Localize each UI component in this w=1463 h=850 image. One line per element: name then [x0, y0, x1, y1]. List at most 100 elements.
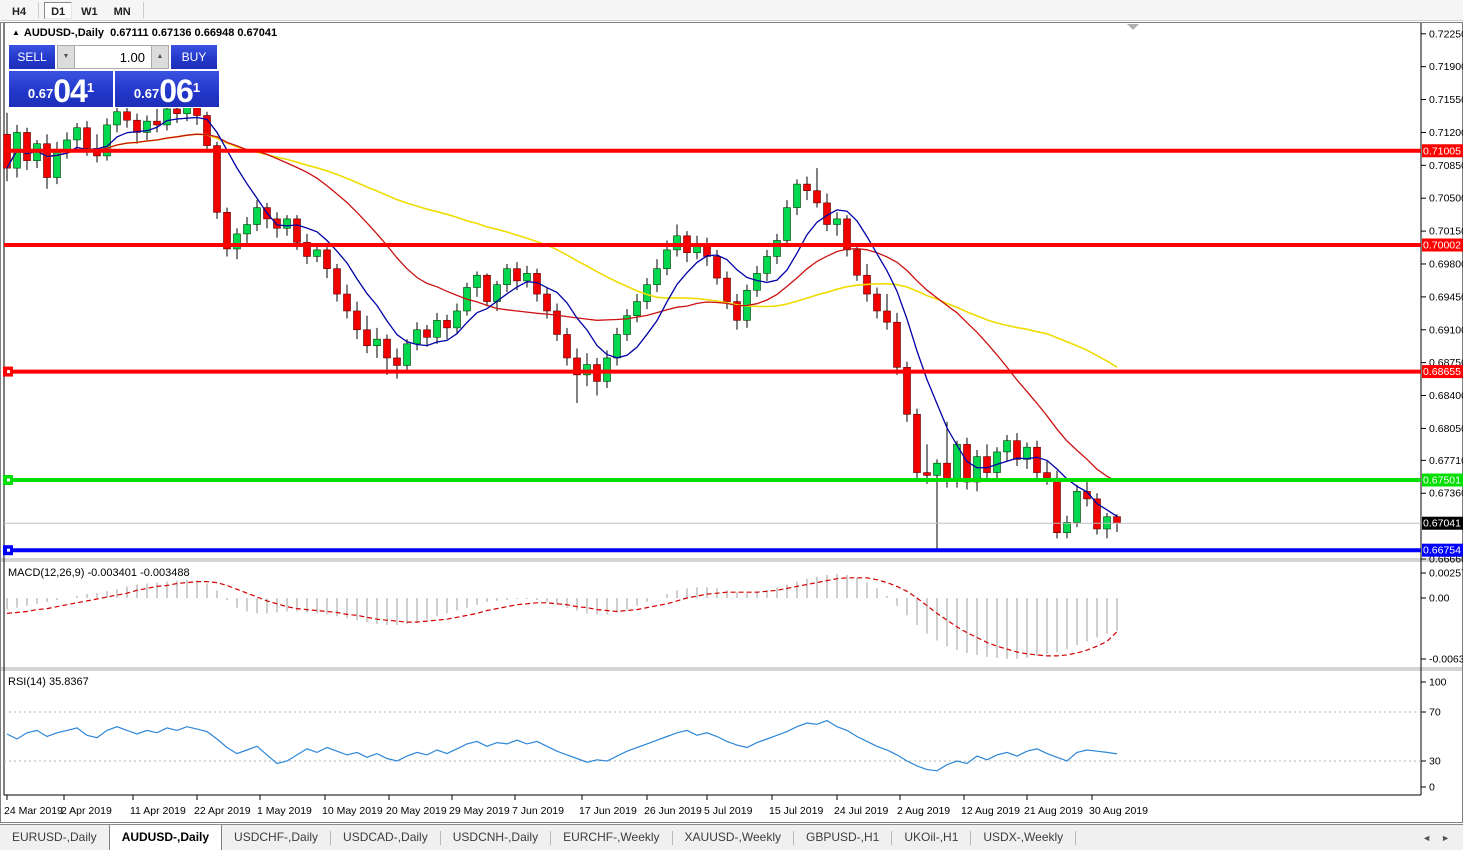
candle-body: [934, 463, 941, 475]
sell-price-button[interactable]: 0.67041: [9, 71, 113, 107]
candle-body: [1074, 491, 1081, 522]
time-axis-label: 24 Mar 2019: [4, 805, 63, 817]
candle-body: [924, 473, 931, 476]
candle-body: [354, 311, 361, 330]
sell-price-pip-digit: 1: [87, 71, 94, 105]
buy-price-pip-digit: 1: [193, 71, 200, 105]
candle-body: [64, 140, 71, 149]
timeframe-button-mn[interactable]: MN: [107, 2, 138, 19]
timeframe-button-w1[interactable]: W1: [74, 2, 105, 19]
arrow-up-icon: ▲: [157, 53, 164, 60]
candle-body: [314, 250, 321, 257]
time-axis-label: 20 May 2019: [386, 805, 447, 817]
tab-usdcnh-daily[interactable]: USDCNH-,Daily: [441, 825, 550, 850]
candle-body: [834, 219, 841, 225]
candle-body: [724, 278, 731, 301]
level-price-label: 0.66754: [1423, 545, 1461, 557]
chart-ohlc-values: 0.67111 0.67136 0.66948 0.67041: [110, 27, 277, 39]
candle-body: [214, 146, 221, 213]
chart-title: ▲ AUDUSD-,Daily 0.67111 0.67136 0.66948 0…: [12, 27, 277, 39]
sell-button[interactable]: SELL: [9, 45, 55, 69]
sell-price-big-digits: 04: [53, 76, 87, 106]
candle-body: [414, 330, 421, 344]
candle-body: [244, 225, 251, 234]
price-chart-canvas[interactable]: 0.722500.719000.715500.712000.708500.705…: [0, 22, 1463, 824]
candle-body: [714, 256, 721, 278]
tab-usdcad-daily[interactable]: USDCAD-,Daily: [331, 825, 440, 850]
candle-body: [874, 294, 881, 311]
tab-ukoil-h1[interactable]: UKOil-,H1: [892, 825, 970, 850]
candle-body: [84, 128, 91, 149]
time-axis-label: 11 Apr 2019: [130, 805, 186, 817]
timeframe-button-h4[interactable]: H4: [5, 2, 33, 19]
timeframe-toolbar: H4 D1 W1 MN: [0, 0, 1463, 21]
bid-price-label: 0.67041: [1423, 518, 1461, 530]
timeframe-button-d1[interactable]: D1: [44, 2, 72, 19]
price-axis-label: 0.70500: [1429, 193, 1463, 205]
candle-body: [914, 414, 921, 472]
buy-button[interactable]: BUY: [171, 45, 217, 69]
time-axis-label: 12 Aug 2019: [961, 805, 1020, 817]
symbol-tabbar: EURUSD-,Daily AUDUSD-,Daily USDCHF-,Dail…: [0, 824, 1463, 850]
chart-window-frame: [1, 23, 1463, 823]
toolbar-separator: [143, 2, 144, 18]
level-price-label: 0.68655: [1423, 366, 1461, 378]
candle-body: [754, 273, 761, 290]
level-line-handle-dot: [7, 549, 10, 552]
volume-input[interactable]: [75, 45, 151, 69]
candle-body: [774, 240, 781, 256]
rsi-axis-label: 30: [1429, 756, 1441, 768]
arrow-down-icon: ▼: [63, 53, 70, 60]
candle-body: [564, 334, 571, 357]
candle-body: [1014, 441, 1021, 460]
candle-body: [54, 149, 61, 177]
candle-body: [854, 250, 861, 275]
time-axis-label: 2 Aug 2019: [897, 805, 950, 817]
buy-price-big-digits: 06: [159, 76, 193, 106]
candle-body: [804, 184, 811, 191]
tab-usdx-weekly[interactable]: USDX-,Weekly: [971, 825, 1075, 850]
tab-usdchf-daily[interactable]: USDCHF-,Daily: [222, 825, 330, 850]
candle-body: [324, 250, 331, 269]
candle-body: [944, 463, 951, 480]
level-line-handle-dot: [7, 479, 10, 482]
volume-increase-button[interactable]: ▲: [151, 45, 169, 69]
time-axis-label: 21 Aug 2019: [1024, 805, 1083, 817]
candle-body: [514, 269, 521, 281]
candle-body: [664, 250, 671, 269]
candle-body: [424, 330, 431, 338]
candle-body: [654, 269, 661, 285]
time-axis-label: 17 Jun 2019: [579, 805, 637, 817]
candle-body: [1054, 478, 1061, 532]
tab-eurusd-daily[interactable]: EURUSD-,Daily: [0, 825, 109, 850]
price-axis-label: 0.69450: [1429, 291, 1463, 303]
candle-body: [634, 302, 641, 316]
object-marker-icon: ▲: [12, 28, 20, 37]
candle-body: [814, 191, 821, 203]
candle-body: [444, 320, 451, 328]
candle-body: [524, 273, 531, 281]
buy-price-button[interactable]: 0.67061: [115, 71, 219, 107]
macd-indicator-label: MACD(12,26,9) -0.003401 -0.003488: [8, 567, 190, 579]
candle-body: [74, 128, 81, 140]
tab-audusd-daily[interactable]: AUDUSD-,Daily: [109, 825, 222, 850]
tab-gbpusd-h1[interactable]: GBPUSD-,H1: [794, 825, 891, 850]
candle-body: [1044, 473, 1051, 479]
price-axis-label: 0.70850: [1429, 160, 1463, 172]
tab-scroll-right-icon[interactable]: ►: [1436, 831, 1455, 845]
tab-eurchf-weekly[interactable]: EURCHF-,Weekly: [551, 825, 671, 850]
candle-body: [274, 219, 281, 228]
trade-panel-price-row: 0.67041 0.67061: [9, 69, 221, 107]
candle-body: [484, 275, 491, 301]
tab-xauusd-weekly[interactable]: XAUUSD-,Weekly: [673, 825, 793, 850]
candle-body: [764, 256, 771, 273]
tab-scroll-left-icon[interactable]: ◄: [1417, 831, 1436, 845]
candle-body: [544, 294, 551, 311]
candle-body: [284, 219, 291, 228]
candle-body: [434, 320, 441, 337]
volume-decrease-button[interactable]: ▼: [57, 45, 75, 69]
price-axis-label: 0.71900: [1429, 61, 1463, 73]
candle-body: [454, 311, 461, 328]
chart-symbol-label: AUDUSD-,Daily: [24, 27, 104, 39]
price-axis-label: 0.72250: [1429, 28, 1463, 40]
